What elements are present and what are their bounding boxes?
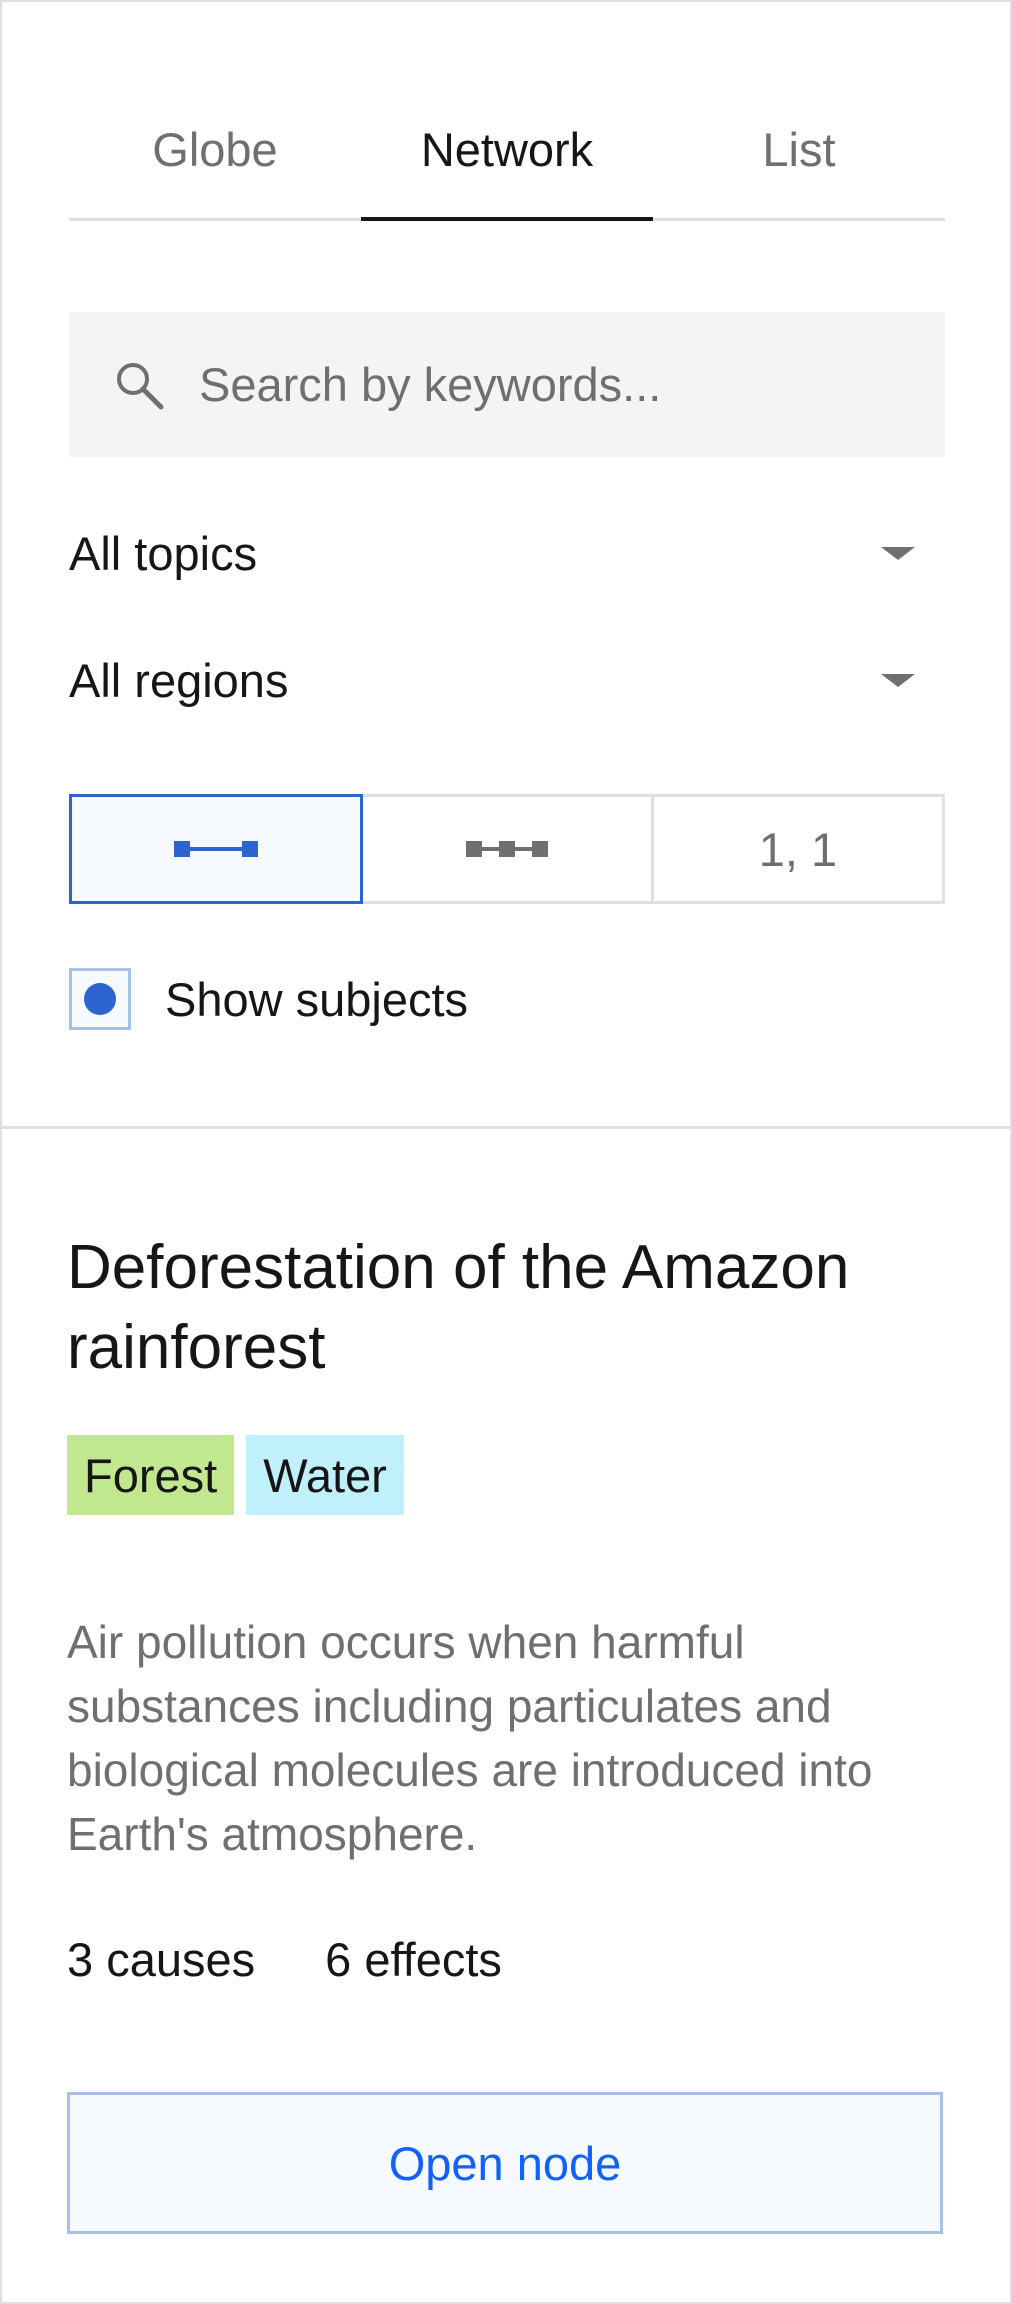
coordinates-label: 1, 1 (758, 822, 838, 876)
show-subjects-checkbox[interactable] (69, 968, 131, 1030)
regions-dropdown-label: All regions (69, 653, 289, 707)
show-subjects-label: Show subjects (165, 972, 469, 1026)
tab-network[interactable]: Network (361, 92, 653, 221)
view-mode-switcher: 1, 1 (69, 794, 945, 904)
single-link-icon (174, 841, 258, 857)
node-counts: 3 causes 6 effects (67, 1932, 502, 1987)
checked-dot-icon (84, 983, 116, 1015)
chain-link-icon (466, 841, 548, 857)
coordinates-view-button[interactable]: 1, 1 (651, 794, 945, 904)
chain-link-view-button[interactable] (360, 794, 654, 904)
section-divider (0, 1126, 1012, 1129)
open-node-button[interactable]: Open node (67, 2092, 943, 2234)
tab-globe[interactable]: Globe (69, 92, 361, 218)
topics-dropdown-label: All topics (69, 526, 258, 580)
effects-count: 6 effects (325, 1933, 502, 1986)
single-link-view-button[interactable] (69, 794, 363, 904)
node-tags: Forest Water (67, 1435, 416, 1515)
caret-down-icon (881, 673, 915, 687)
node-title: Deforestation of the Amazon rainforest (67, 1233, 850, 1382)
show-subjects-toggle[interactable]: Show subjects (69, 968, 468, 1030)
tag-water: Water (246, 1435, 404, 1515)
causes-count: 3 causes (67, 1933, 256, 1986)
search-input[interactable] (197, 356, 921, 413)
topics-dropdown[interactable]: All topics (69, 513, 945, 593)
caret-down-icon (881, 546, 915, 560)
search-icon (117, 362, 164, 409)
view-tabs: Globe Network List (69, 92, 945, 221)
search-box[interactable] (69, 312, 945, 457)
node-description: Air pollution occurs when harmful substa… (67, 1616, 873, 1860)
regions-dropdown[interactable]: All regions (69, 640, 945, 720)
tag-forest: Forest (67, 1435, 235, 1515)
tab-list[interactable]: List (653, 92, 945, 218)
